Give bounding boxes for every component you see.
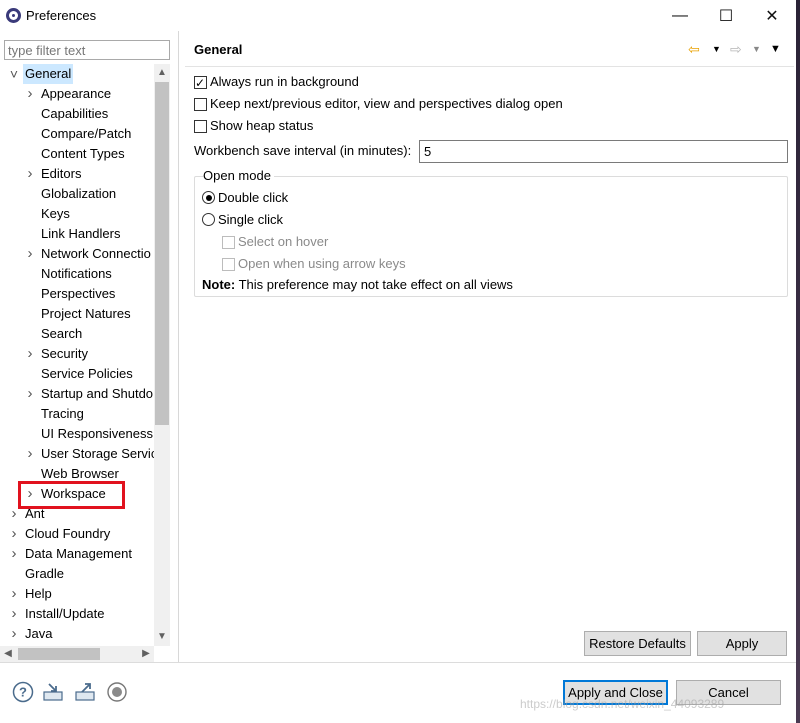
checkbox-label: Always run in background	[210, 74, 359, 89]
help-icon[interactable]: ?	[12, 681, 34, 703]
open-mode-note: Note: This preference may not take effec…	[202, 277, 513, 292]
chevron-right-icon[interactable]: ›	[24, 444, 36, 464]
chevron-right-icon[interactable]: ›	[24, 344, 36, 364]
tree-item-label: User Storage Servic	[41, 446, 155, 461]
tree-item-label: Link Handlers	[41, 226, 121, 241]
scroll-up-icon[interactable]: ▲	[154, 64, 170, 82]
checkbox-box[interactable]	[194, 73, 207, 93]
chevron-right-icon[interactable]: ›	[8, 524, 20, 544]
checkbox-box	[222, 236, 235, 249]
tree-item-label: Gradle	[25, 566, 65, 581]
chevron-right-icon[interactable]: ›	[8, 584, 20, 604]
tree-item-label: Appearance	[41, 86, 112, 101]
tree-item-label: Project Natures	[41, 306, 131, 321]
tree-item-label: Search	[41, 326, 83, 341]
back-menu-chevron-icon[interactable]: ▼	[712, 40, 721, 58]
apply-button[interactable]: Apply	[697, 631, 787, 656]
tree-item-label: Data Management	[25, 546, 132, 561]
footer-separator	[0, 662, 800, 663]
tree-item-label: Help	[25, 586, 52, 601]
tree-item-label: Startup and Shutdo	[41, 386, 154, 401]
tree-item-label: Network Connectio	[41, 246, 151, 261]
forward-arrow-icon[interactable]: ⇨	[730, 40, 742, 58]
chevron-right-icon[interactable]: ›	[8, 544, 20, 564]
scroll-thumb-horizontal[interactable]	[18, 648, 100, 660]
scroll-left-icon[interactable]: ◀	[0, 646, 16, 662]
save-interval-label: Workbench save interval (in minutes):	[194, 143, 412, 158]
tree-item-label: Editors	[41, 166, 82, 181]
tree-item-label: Capabilities	[41, 106, 109, 121]
title-bar: Preferences — ☐ ✕	[0, 0, 800, 31]
chevron-down-icon[interactable]: ˅	[8, 64, 20, 84]
scroll-right-icon[interactable]: ▶	[138, 646, 154, 662]
tree-horizontal-scrollbar[interactable]: ◀ ▶	[0, 646, 154, 662]
scroll-thumb[interactable]	[155, 82, 169, 425]
radio-button[interactable]	[202, 191, 215, 204]
tree-item-label: Security	[41, 346, 88, 361]
note-text: This preference may not take effect on a…	[235, 277, 513, 292]
back-arrow-icon[interactable]: ⇦	[688, 40, 700, 58]
open-mode-title: Open mode	[203, 168, 274, 183]
checkbox-box[interactable]	[194, 98, 207, 111]
tree-item-label: Keys	[41, 206, 70, 221]
checkbox-label: Show heap status	[210, 118, 314, 133]
minimize-button[interactable]: —	[657, 0, 703, 31]
chevron-right-icon[interactable]: ›	[24, 384, 36, 404]
window-title: Preferences	[26, 8, 97, 23]
tree-vertical-scrollbar[interactable]: ▲ ▼	[154, 64, 170, 646]
filter-input[interactable]	[4, 40, 170, 60]
page-title: General	[194, 42, 243, 57]
tree-item-label: UI Responsiveness	[41, 426, 153, 441]
restore-defaults-button[interactable]: Restore Defaults	[584, 631, 691, 656]
tree-item-label: Perspectives	[41, 286, 116, 301]
save-interval-input[interactable]	[419, 140, 788, 163]
close-button[interactable]: ✕	[749, 0, 795, 31]
highlight-annotation-box	[18, 481, 125, 509]
chevron-right-icon[interactable]: ›	[8, 604, 20, 624]
checkbox-box	[222, 258, 235, 271]
tree-item-label: Content Types	[41, 146, 125, 161]
radio-label: Double click	[218, 190, 289, 205]
checkbox-label: Select on hover	[238, 234, 329, 249]
watermark-text: https://blog.csdn.net/weixin_44093289	[520, 697, 725, 711]
chevron-right-icon[interactable]: ›	[24, 164, 36, 184]
export-icon[interactable]	[74, 681, 96, 703]
view-menu-icon[interactable]: ▼	[770, 40, 781, 58]
background-edge	[796, 0, 800, 723]
tree-item-label: Tracing	[41, 406, 84, 421]
tree-item-label: Globalization	[41, 186, 117, 201]
tree-item-label: Notifications	[41, 266, 112, 281]
checkbox-box[interactable]	[194, 120, 207, 133]
tree-item-label: Compare/Patch	[41, 126, 132, 141]
chevron-right-icon[interactable]: ›	[8, 624, 20, 644]
tree-item-label: Install/Update	[25, 606, 105, 621]
checkbox-label: Open when using arrow keys	[238, 256, 406, 271]
tree-item-label: Java	[25, 626, 53, 641]
radio-label: Single click	[218, 212, 284, 227]
maximize-button[interactable]: ☐	[703, 0, 749, 31]
sash-divider[interactable]	[178, 31, 179, 662]
forward-menu-chevron-icon[interactable]: ▼	[752, 40, 761, 58]
eclipse-icon	[6, 8, 21, 23]
note-label: Note:	[202, 277, 236, 292]
record-icon[interactable]	[106, 681, 128, 703]
checkbox-label: Keep next/previous editor, view and pers…	[210, 96, 563, 111]
header-separator	[185, 66, 794, 67]
tree-item-label: General	[23, 64, 74, 84]
import-icon[interactable]	[42, 681, 64, 703]
chevron-right-icon[interactable]: ›	[24, 244, 36, 264]
page-navigation: ⇦ ▼ ⇨ ▼ ▼	[688, 40, 788, 60]
chevron-right-icon[interactable]: ›	[24, 84, 36, 104]
radio-button[interactable]	[202, 213, 215, 226]
tree-item-label: Cloud Foundry	[25, 526, 111, 541]
tree-item-label: Service Policies	[41, 366, 133, 381]
preference-tree[interactable]: ˅ General › Appearance Capabilities Compare/P…	[0, 64, 155, 646]
scroll-down-icon[interactable]: ▼	[154, 628, 170, 646]
svg-text:?: ?	[19, 685, 27, 700]
